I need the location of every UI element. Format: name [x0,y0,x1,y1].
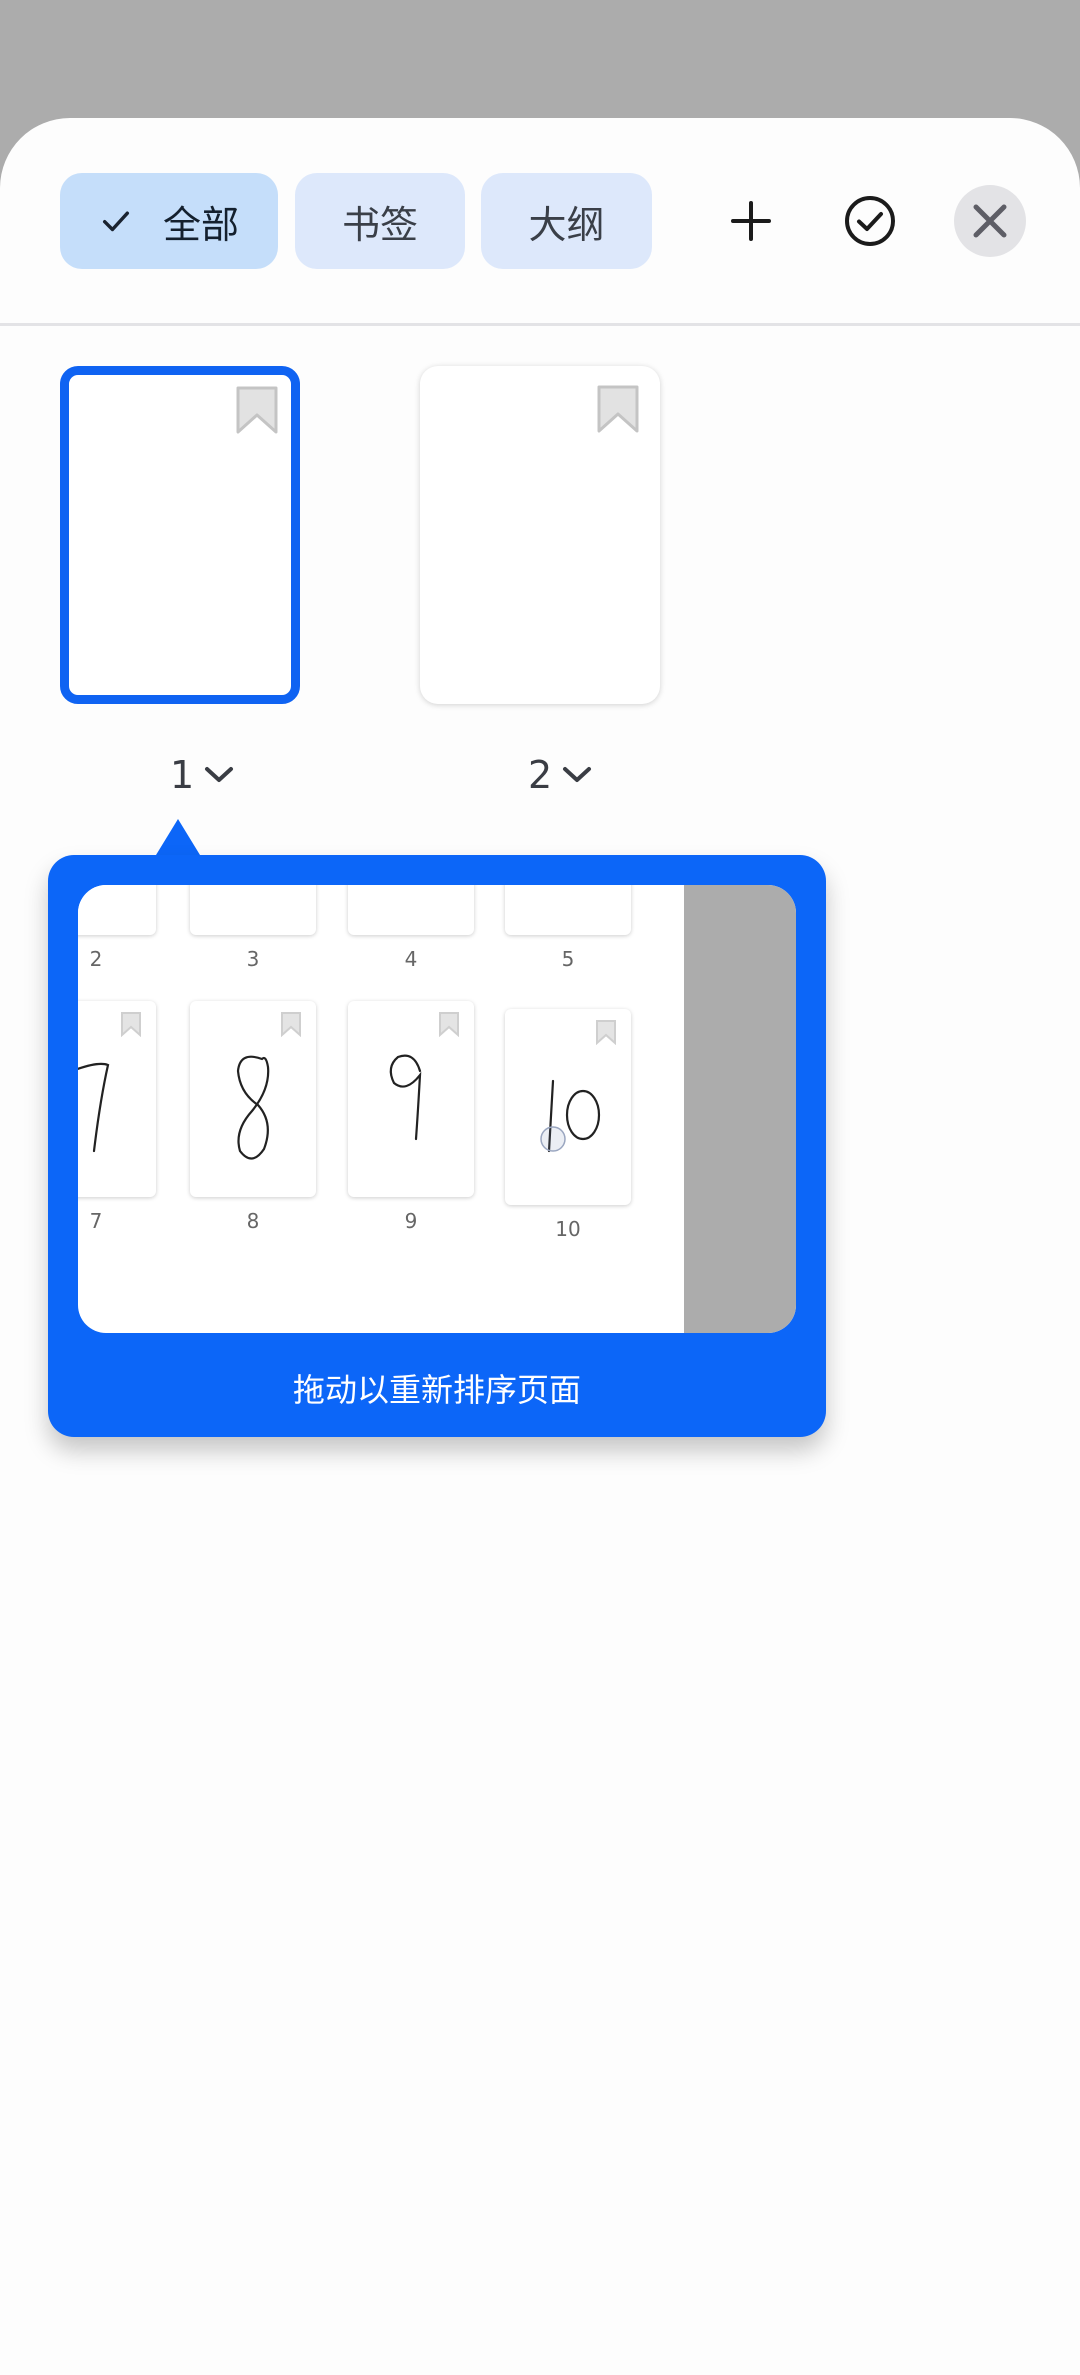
filter-bookmarks-label: 书签 [341,202,418,247]
preview-page-label: 10 [555,1217,581,1241]
handwritten-digit-image [389,1054,422,1141]
check-icon [102,211,130,232]
preview-overlay [684,885,796,1333]
chevron-down-icon [205,767,234,782]
add-page-button[interactable] [712,182,790,260]
filter-outline-label: 大纲 [528,202,605,247]
preview-page-card [348,1001,474,1197]
bookmark-icon [236,386,278,434]
tooltip-arrow [156,819,200,855]
bookmark-icon [597,385,639,433]
page-number-2-menu[interactable]: 2 [528,750,592,800]
filter-all-chip[interactable]: 全部 [60,173,278,269]
preview-page-card [78,1001,156,1197]
preview-page-label: 8 [246,1209,260,1233]
filter-all-label: 全部 [162,202,239,247]
page-number-label: 2 [528,753,553,797]
check-circle-icon [845,196,895,246]
page-thumbnail-1[interactable] [60,366,300,704]
preview-page-card [505,1009,631,1205]
handwritten-digit-image [78,1062,110,1153]
filter-bookmarks-chip[interactable]: 书签 [295,173,465,269]
close-icon [973,204,1007,238]
preview-page-label: 2 [89,947,103,971]
preview-page-label: 9 [404,1209,418,1233]
handwritten-digit-image [236,1055,270,1160]
tooltip-text: 拖动以重新排序页面 [292,1371,581,1409]
handwritten-digit-image [540,1079,601,1153]
plus-icon [731,201,771,241]
preview-page-label: 5 [561,947,575,971]
reorder-tooltip: 2 3 4 5 7 8 9 10 拖动以重新排序页面 [48,855,826,1437]
preview-page-card [348,885,474,935]
page-thumbnail-2[interactable] [420,366,660,704]
filter-outline-chip[interactable]: 大纲 [481,173,652,269]
preview-page-label: 4 [404,947,418,971]
preview-page-card [505,885,631,935]
tooltip-preview-animation: 2 3 4 5 7 8 9 10 [78,885,796,1333]
page-number-label: 1 [170,753,195,797]
preview-page-card [190,885,316,935]
preview-page-label: 3 [246,947,260,971]
header-divider [0,323,1080,326]
preview-page-label: 7 [89,1209,103,1233]
close-button[interactable] [954,185,1026,257]
select-button[interactable] [831,182,909,260]
preview-page-card [78,885,156,935]
chevron-down-icon [563,767,592,782]
preview-page-card [190,1001,316,1197]
page-number-1-menu[interactable]: 1 [170,750,234,800]
